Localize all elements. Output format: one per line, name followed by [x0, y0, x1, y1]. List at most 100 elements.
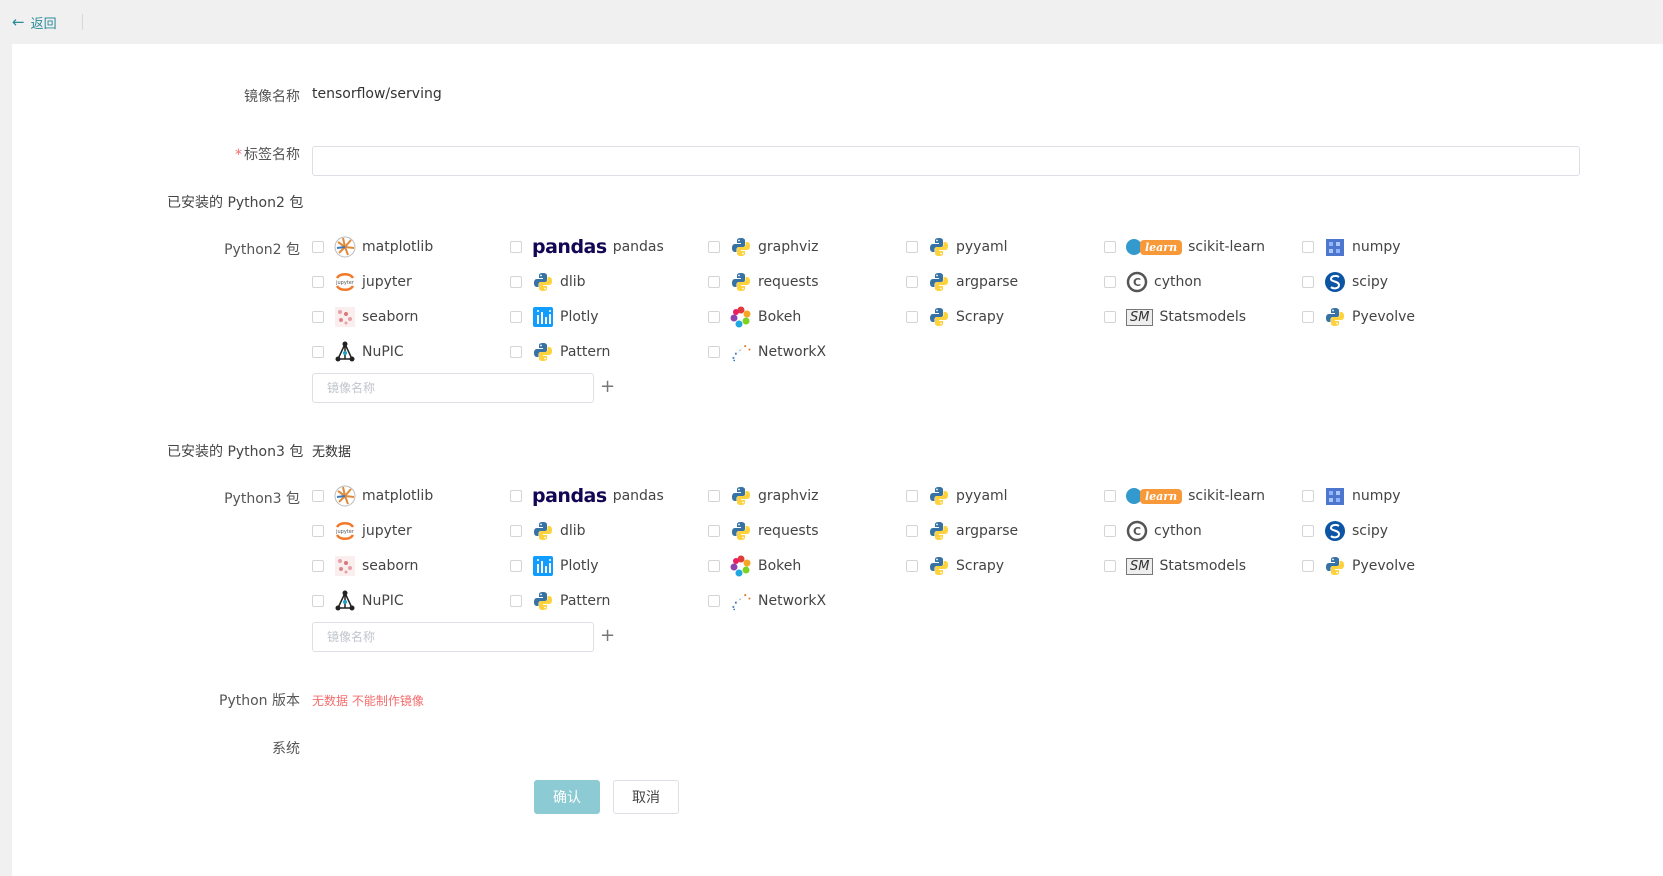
py2-package-scikit-learn[interactable]: learn scikit-learn	[1104, 235, 1265, 259]
python-icon	[730, 520, 752, 542]
py3-package-graphviz[interactable]: graphviz	[708, 484, 819, 508]
py3-checkbox-statsmodels[interactable]	[1104, 560, 1116, 572]
py2-checkbox-scipy[interactable]	[1302, 276, 1314, 288]
py3-package-bokeh[interactable]: Bokeh	[708, 554, 801, 578]
py3-add-plus-icon[interactable]: +	[600, 627, 615, 645]
py3-package-seaborn[interactable]: seaborn	[312, 554, 418, 578]
py3-checkbox-pyevolve[interactable]	[1302, 560, 1314, 572]
py3-package-nupic[interactable]: NuPIC	[312, 589, 404, 613]
python-icon	[532, 341, 554, 363]
py3-package-pyyaml[interactable]: pyyaml	[906, 484, 1008, 508]
py2-package-networkx[interactable]: NetworkX	[708, 340, 826, 364]
py3-checkbox-graphviz[interactable]	[708, 490, 720, 502]
py2-package-pandas[interactable]: pandas pandas	[510, 235, 664, 259]
py2-package-label: Pattern	[560, 344, 611, 360]
py2-checkbox-argparse[interactable]	[906, 276, 918, 288]
seaborn-icon	[334, 555, 356, 577]
py3-checkbox-argparse[interactable]	[906, 525, 918, 537]
py2-package-cython[interactable]: Ccython	[1104, 270, 1202, 294]
py2-checkbox-pyyaml[interactable]	[906, 241, 918, 253]
py3-checkbox-networkx[interactable]	[708, 595, 720, 607]
tag-name-input[interactable]	[312, 146, 1580, 176]
py3-package-numpy[interactable]: numpy	[1302, 484, 1401, 508]
py2-add-plus-icon[interactable]: +	[600, 378, 615, 396]
py3-package-label: scipy	[1352, 523, 1389, 539]
py3-package-statsmodels[interactable]: SM Statsmodels	[1104, 554, 1246, 578]
py2-checkbox-jupyter[interactable]	[312, 276, 324, 288]
py2-package-pattern[interactable]: Pattern	[510, 340, 610, 364]
cancel-button[interactable]: 取消	[613, 780, 679, 814]
py2-package-jupyter[interactable]: jupyter jupyter	[312, 270, 412, 294]
py2-checkbox-numpy[interactable]	[1302, 241, 1314, 253]
py3-package-scipy[interactable]: scipy	[1302, 519, 1388, 543]
py2-package-dlib[interactable]: dlib	[510, 270, 586, 294]
py2-checkbox-networkx[interactable]	[708, 346, 720, 358]
py2-checkbox-pattern[interactable]	[510, 346, 522, 358]
py3-checkbox-scikit-learn[interactable]	[1104, 490, 1116, 502]
py3-package-requests[interactable]: requests	[708, 519, 819, 543]
py3-checkbox-bokeh[interactable]	[708, 560, 720, 572]
py3-checkbox-pandas[interactable]	[510, 490, 522, 502]
py2-package-argparse[interactable]: argparse	[906, 270, 1018, 294]
py3-checkbox-nupic[interactable]	[312, 595, 324, 607]
py3-checkbox-pyyaml[interactable]	[906, 490, 918, 502]
py3-checkbox-cython[interactable]	[1104, 525, 1116, 537]
py2-package-statsmodels[interactable]: SM Statsmodels	[1104, 305, 1246, 329]
py2-checkbox-graphviz[interactable]	[708, 241, 720, 253]
py3-checkbox-seaborn[interactable]	[312, 560, 324, 572]
py2-checkbox-bokeh[interactable]	[708, 311, 720, 323]
back-button[interactable]: ← 返回	[12, 13, 57, 33]
py2-checkbox-nupic[interactable]	[312, 346, 324, 358]
py2-package-numpy[interactable]: numpy	[1302, 235, 1401, 259]
py2-checkbox-cython[interactable]	[1104, 276, 1116, 288]
py3-checkbox-numpy[interactable]	[1302, 490, 1314, 502]
py2-checkbox-scrapy[interactable]	[906, 311, 918, 323]
py3-package-networkx[interactable]: NetworkX	[708, 589, 826, 613]
py2-package-seaborn[interactable]: seaborn	[312, 305, 418, 329]
py3-checkbox-plotly[interactable]	[510, 560, 522, 572]
py2-checkbox-pandas[interactable]	[510, 241, 522, 253]
py2-package-plotly[interactable]: Plotly	[510, 305, 599, 329]
py3-add-package-input[interactable]: 镜像名称	[312, 622, 594, 652]
py3-package-pandas[interactable]: pandas pandas	[510, 484, 664, 508]
py3-package-matplotlib[interactable]: matplotlib	[312, 484, 433, 508]
py2-package-matplotlib[interactable]: matplotlib	[312, 235, 433, 259]
py3-checkbox-scrapy[interactable]	[906, 560, 918, 572]
py3-checkbox-requests[interactable]	[708, 525, 720, 537]
py2-package-nupic[interactable]: NuPIC	[312, 340, 404, 364]
py3-checkbox-scipy[interactable]	[1302, 525, 1314, 537]
py2-checkbox-statsmodels[interactable]	[1104, 311, 1116, 323]
py3-package-dlib[interactable]: dlib	[510, 519, 586, 543]
py3-installed-title: 已安装的 Python3 包	[167, 444, 304, 460]
py2-package-pyyaml[interactable]: pyyaml	[906, 235, 1008, 259]
py3-package-jupyter[interactable]: jupyter jupyter	[312, 519, 412, 543]
py2-package-scipy[interactable]: scipy	[1302, 270, 1388, 294]
py3-checkbox-pattern[interactable]	[510, 595, 522, 607]
py3-package-label: cython	[1154, 523, 1202, 539]
py3-package-scikit-learn[interactable]: learn scikit-learn	[1104, 484, 1265, 508]
py2-checkbox-dlib[interactable]	[510, 276, 522, 288]
py3-checkbox-jupyter[interactable]	[312, 525, 324, 537]
py2-checkbox-pyevolve[interactable]	[1302, 311, 1314, 323]
confirm-button[interactable]: 确认	[534, 780, 600, 814]
py3-package-pattern[interactable]: Pattern	[510, 589, 610, 613]
py3-package-scrapy[interactable]: Scrapy	[906, 554, 1004, 578]
py2-add-package-input[interactable]: 镜像名称	[312, 373, 594, 403]
py2-checkbox-plotly[interactable]	[510, 311, 522, 323]
py2-checkbox-matplotlib[interactable]	[312, 241, 324, 253]
py3-package-cython[interactable]: Ccython	[1104, 519, 1202, 543]
py2-package-scrapy[interactable]: Scrapy	[906, 305, 1004, 329]
py2-package-bokeh[interactable]: Bokeh	[708, 305, 801, 329]
py3-package-argparse[interactable]: argparse	[906, 519, 1018, 543]
py3-checkbox-matplotlib[interactable]	[312, 490, 324, 502]
py2-checkbox-seaborn[interactable]	[312, 311, 324, 323]
py3-checkbox-dlib[interactable]	[510, 525, 522, 537]
py2-package-requests[interactable]: requests	[708, 270, 819, 294]
py2-checkbox-requests[interactable]	[708, 276, 720, 288]
py3-package-label: NetworkX	[758, 593, 827, 609]
py2-package-graphviz[interactable]: graphviz	[708, 235, 819, 259]
py3-package-pyevolve[interactable]: Pyevolve	[1302, 554, 1415, 578]
py3-package-plotly[interactable]: Plotly	[510, 554, 599, 578]
py2-package-pyevolve[interactable]: Pyevolve	[1302, 305, 1415, 329]
py2-checkbox-scikit-learn[interactable]	[1104, 241, 1116, 253]
